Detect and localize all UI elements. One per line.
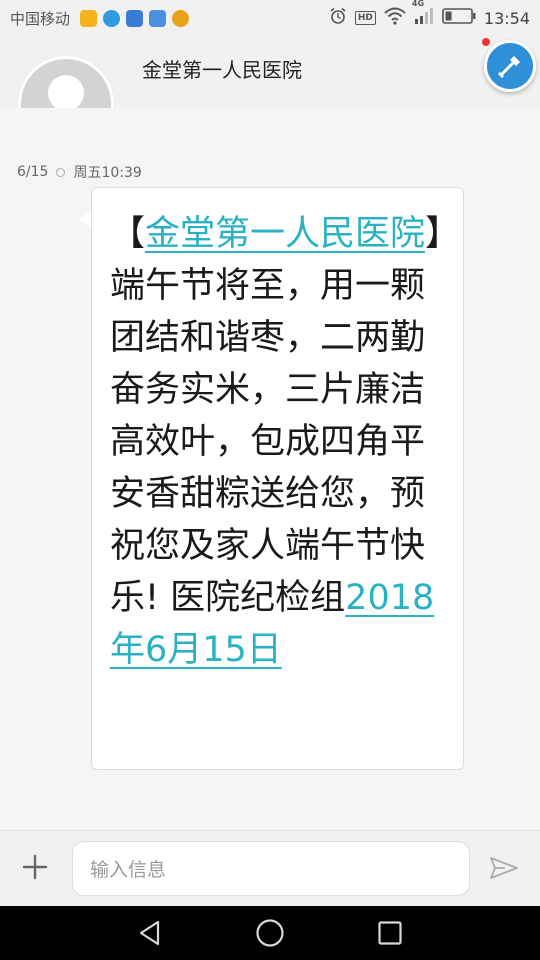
- home-button[interactable]: [244, 907, 296, 959]
- plus-icon: [22, 854, 48, 880]
- message-timestamp: 6/15 周五10:39: [17, 162, 142, 182]
- broom-icon: [498, 56, 520, 78]
- clock-time: 13:54: [483, 8, 530, 28]
- alarm-icon: [329, 7, 347, 29]
- status-bar: 中国移动 HD 4G 13:54: [0, 0, 540, 36]
- open-bracket: 【: [110, 214, 146, 254]
- send-button[interactable]: [486, 850, 522, 886]
- bubble-tail: [78, 211, 92, 227]
- network-type-label: 4G: [411, 0, 425, 8]
- wifi-icon: [384, 7, 406, 29]
- message-bubble[interactable]: 【金堂第一人民医院】端午节将至，用一颗团结和谐枣，二两勤奋务实米，三片廉洁高效叶…: [91, 187, 464, 770]
- timestamp-time: 周五10:39: [73, 165, 142, 181]
- send-icon: [490, 857, 518, 879]
- sender-link[interactable]: 金堂第一人民医院: [145, 214, 425, 254]
- notification-dot: [482, 38, 490, 46]
- carrier-label: 中国移动: [10, 9, 71, 28]
- battery-icon: [442, 8, 476, 28]
- contact-name: 金堂第一人民医院: [142, 58, 302, 82]
- back-triangle-icon: [139, 920, 160, 946]
- message-body: 】端午节将至，用一颗团结和谐枣，二两勤奋务实米，三片廉洁高效叶，包成四角平安香甜…: [110, 214, 443, 618]
- recents-square-icon: [378, 921, 402, 945]
- shield-icon: [126, 9, 144, 27]
- hd-icon: HD: [354, 11, 376, 25]
- app-icon-2: [103, 9, 121, 27]
- status-right: HD 4G 13:54: [329, 0, 530, 29]
- status-dot-icon: [56, 167, 66, 177]
- message-input[interactable]: 输入信息: [72, 841, 470, 896]
- signal-icon: 4G: [412, 0, 434, 29]
- home-circle-icon: [256, 919, 284, 947]
- timestamp-date: 6/15: [17, 164, 49, 180]
- weibo-icon: [172, 9, 190, 27]
- back-button[interactable]: [124, 907, 176, 959]
- status-left: 中国移动: [10, 8, 190, 29]
- app-icon-1: [80, 9, 98, 27]
- app-icon-4: [149, 9, 167, 27]
- add-attachment-button[interactable]: [16, 846, 54, 888]
- clean-button[interactable]: [484, 40, 536, 92]
- recents-button[interactable]: [364, 907, 416, 959]
